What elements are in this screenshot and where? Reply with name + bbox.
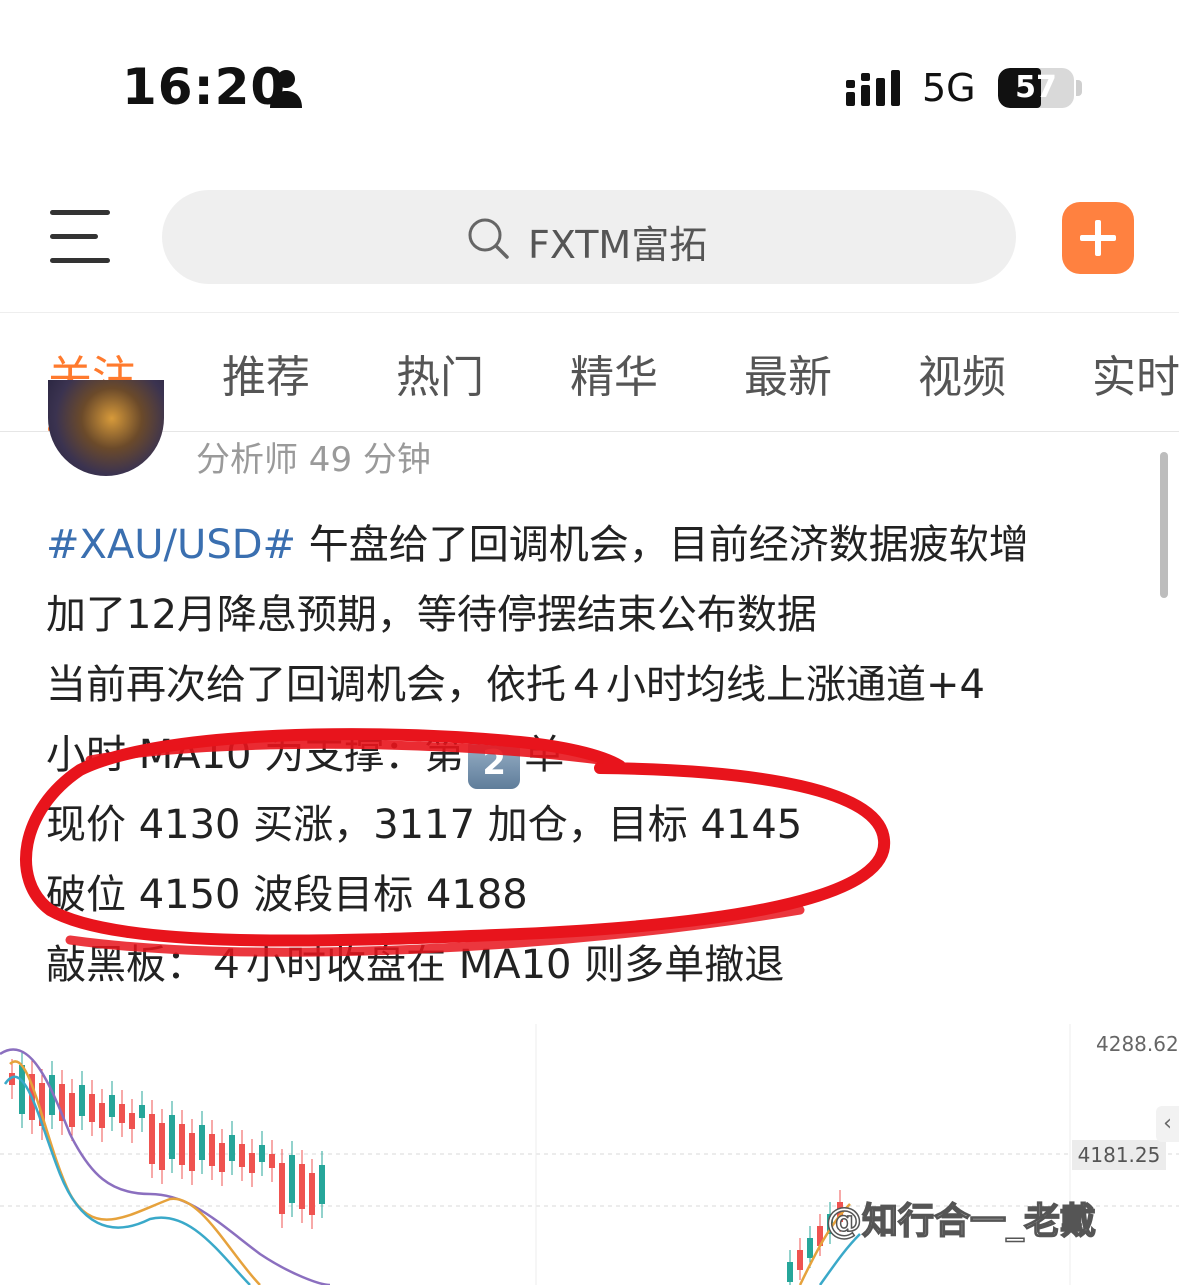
candle-body — [219, 1143, 225, 1172]
post-line: 加了12月降息预期，等待停摆结束公布数据 — [46, 592, 817, 638]
candle-body — [189, 1133, 195, 1171]
tab-realtime[interactable]: 实时 — [1092, 341, 1179, 405]
candle-body — [89, 1094, 95, 1122]
candle-body — [209, 1134, 215, 1166]
menu-icon[interactable] — [50, 210, 112, 264]
candle-body — [79, 1085, 85, 1116]
candle-body — [179, 1124, 185, 1165]
post-line: 敲黑板：４小时收盘在 MA10 则多单撤退 — [46, 942, 785, 988]
candle-body — [807, 1238, 813, 1258]
watermark: @知行合一_老戴 — [825, 1200, 1097, 1243]
candlestick-chart-graphic — [0, 1024, 1179, 1285]
status-time: 16:20 — [122, 58, 287, 116]
price-label-current: 4181.25 — [1072, 1140, 1166, 1170]
candle-body — [269, 1154, 275, 1168]
keycap-number-icon: 2 — [468, 737, 521, 789]
post-line: #XAU/USD# 午盘给了回调机会，目前经济数据疲软增 — [46, 510, 1126, 580]
candle-body — [99, 1103, 105, 1128]
search-icon — [468, 218, 509, 259]
status-bar: 16:20 5G 57 — [0, 0, 1179, 150]
person-icon — [270, 70, 302, 108]
tab-bar: 关注 推荐 热门 精华 最新 视频 实时 — [0, 312, 1179, 432]
candle-body — [259, 1145, 265, 1162]
candle-body — [19, 1065, 25, 1114]
candle-body — [289, 1155, 295, 1203]
candle-body — [169, 1115, 175, 1159]
search-placeholder[interactable]: FXTM富拓 — [528, 214, 707, 269]
battery-level: 57 — [1015, 70, 1057, 105]
candle-body — [309, 1173, 315, 1215]
hashtag-link[interactable]: #XAU/USD# — [46, 522, 296, 568]
tab-featured[interactable]: 精华 — [570, 341, 658, 405]
post-text: 单 — [524, 732, 565, 778]
candle-body — [119, 1104, 125, 1123]
avatar[interactable] — [48, 380, 164, 476]
post-line: 当前再次给了回调机会，依托４小时均线上涨通道+4 — [46, 662, 985, 708]
candle-body — [319, 1165, 325, 1204]
candle-body — [139, 1105, 145, 1118]
scrollbar[interactable] — [1160, 452, 1168, 598]
post-line: 破位 4150 波段目标 4188 — [46, 872, 528, 918]
post-body: #XAU/USD# 午盘给了回调机会，目前经济数据疲软增 加了12月降息预期，等… — [46, 510, 1126, 1000]
candle-body — [299, 1164, 305, 1209]
tab-hot[interactable]: 热门 — [396, 341, 484, 405]
candle-body — [129, 1113, 135, 1129]
candle-body — [797, 1250, 803, 1270]
candle-body — [787, 1262, 793, 1282]
chart-image[interactable] — [0, 1024, 1179, 1285]
candle-body — [229, 1135, 235, 1161]
candle-body — [279, 1163, 285, 1214]
candle-body — [109, 1095, 115, 1117]
candle-body — [239, 1144, 245, 1167]
collapse-panel-button[interactable]: ‹ — [1156, 1106, 1179, 1142]
candle-body — [199, 1125, 205, 1160]
post-line: 小时 MA10 为支撑：第 2 单 — [46, 720, 1126, 790]
post-meta: 分析师 49 分钟 — [196, 440, 431, 480]
post-text: 小时 MA10 为支撑：第 — [46, 732, 465, 778]
network-type: 5G — [922, 66, 976, 110]
tab-video[interactable]: 视频 — [918, 341, 1006, 405]
post-text: 午盘给了回调机会，目前经济数据疲软增 — [296, 522, 1029, 568]
price-label-top: 4288.62 — [1096, 1032, 1179, 1056]
post-line: 现价 4130 买涨，3117 加仓，目标 4145 — [46, 802, 803, 848]
add-button[interactable] — [1062, 202, 1134, 274]
candle-body — [249, 1153, 255, 1173]
battery-cap — [1076, 80, 1082, 96]
battery-icon: 57 — [998, 68, 1074, 108]
candle-body — [149, 1114, 155, 1164]
candle-body — [159, 1123, 165, 1170]
tab-recommended[interactable]: 推荐 — [222, 341, 310, 405]
tab-latest[interactable]: 最新 — [744, 341, 832, 405]
signal-icon — [846, 70, 900, 106]
candle-body — [69, 1093, 75, 1127]
